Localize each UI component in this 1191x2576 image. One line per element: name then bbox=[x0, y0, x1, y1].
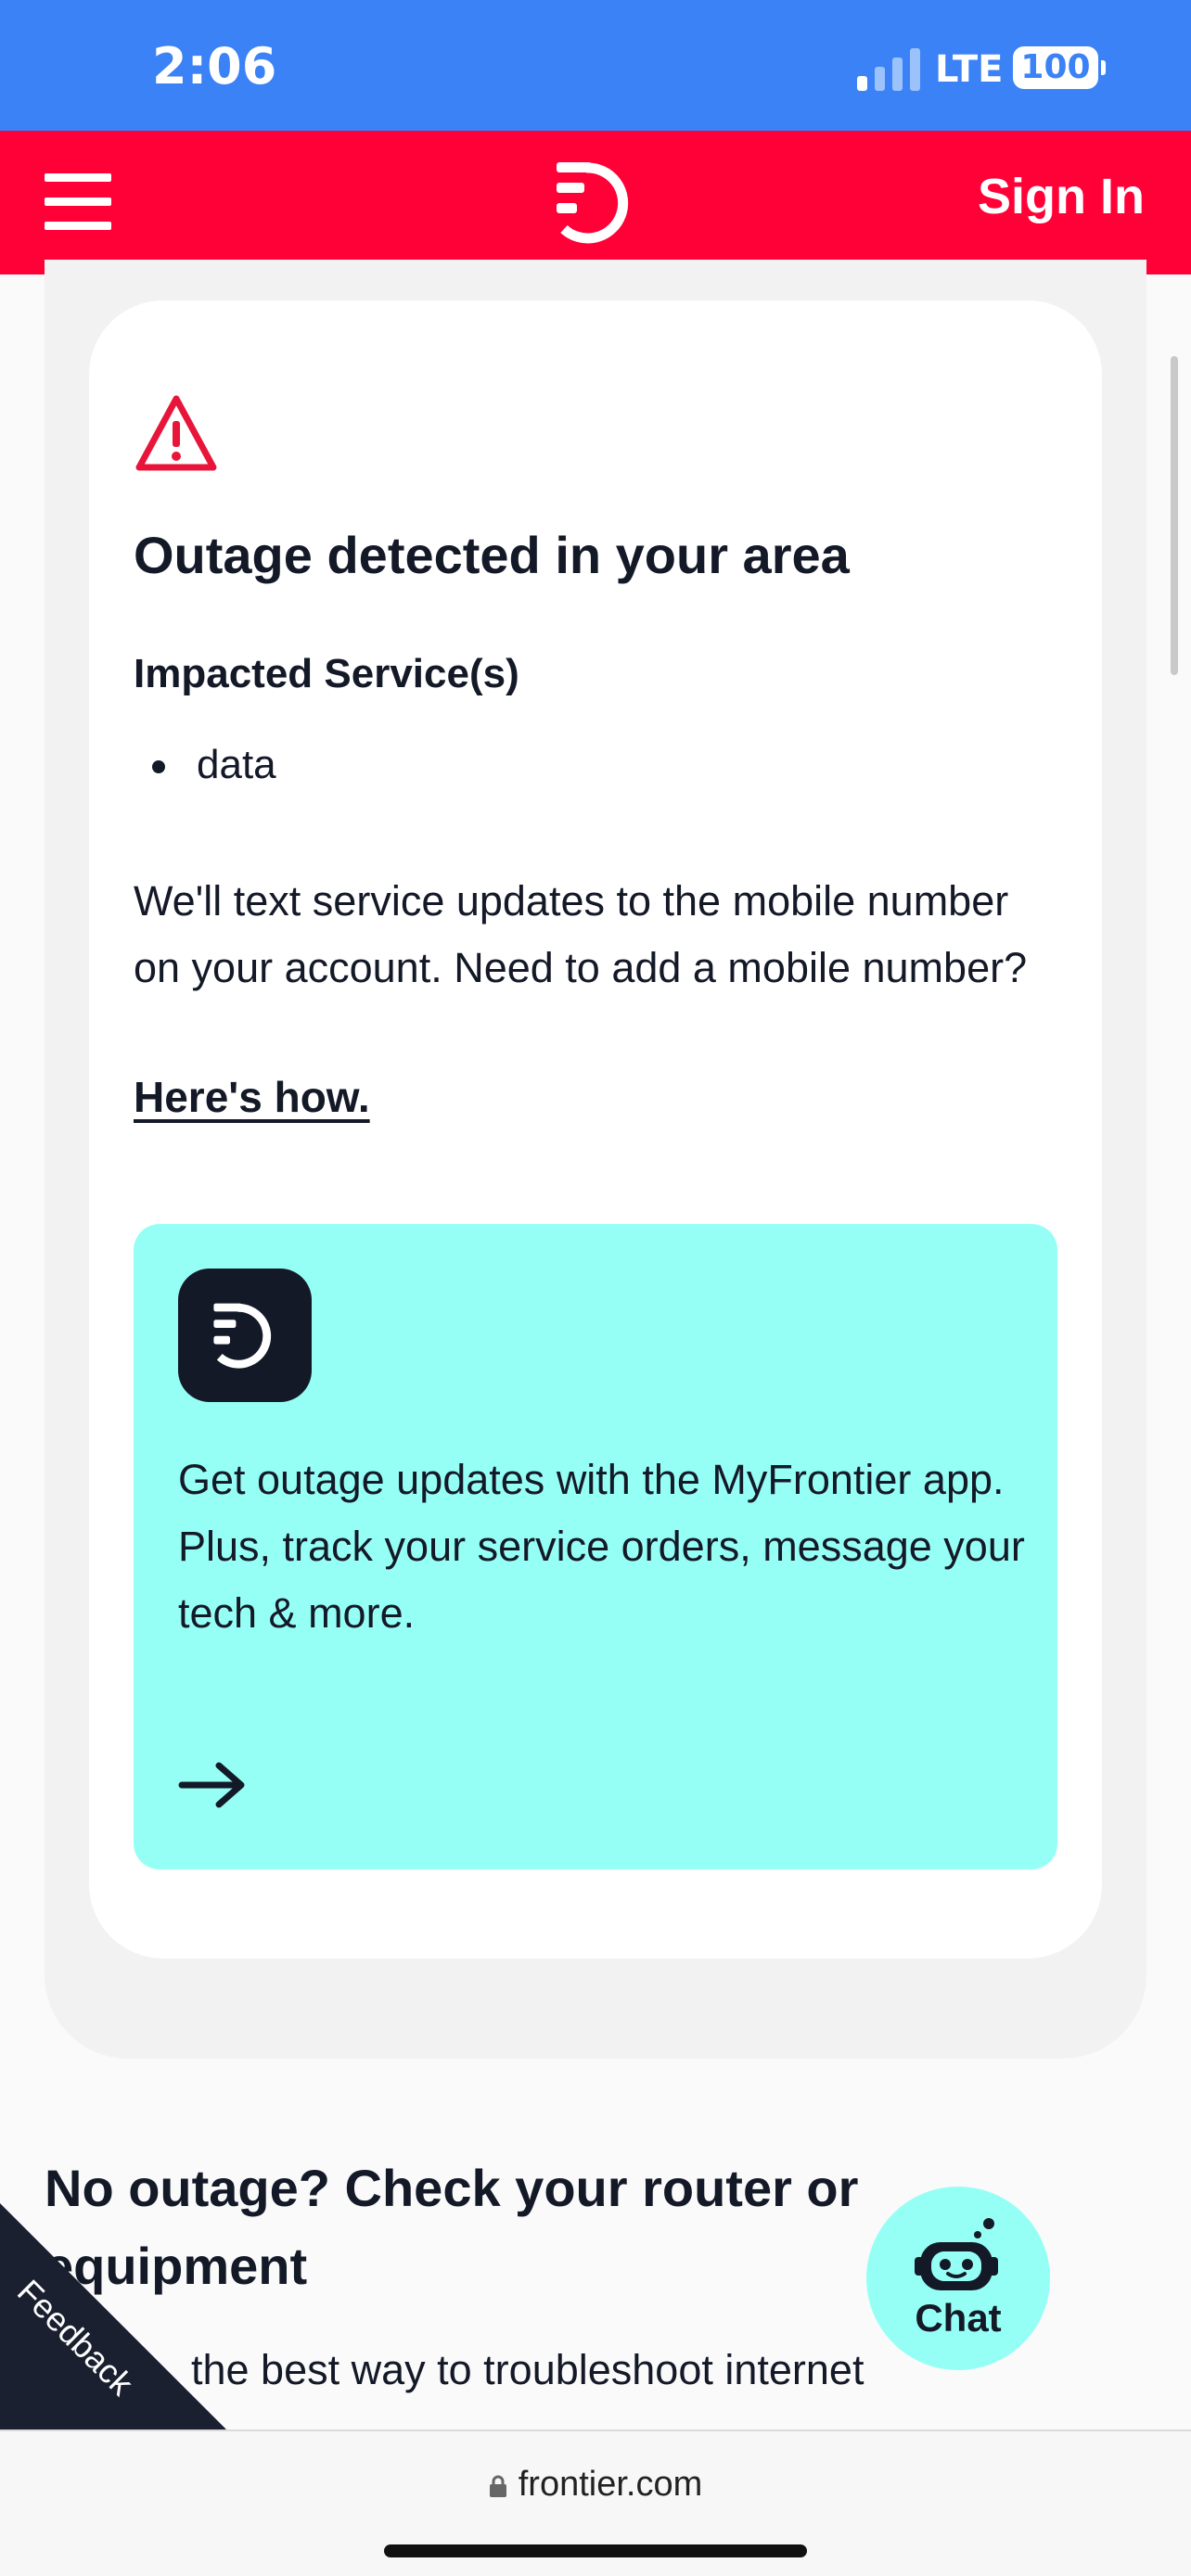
service-list-item: data bbox=[152, 742, 276, 788]
chatbot-icon bbox=[915, 2218, 998, 2290]
signal-icon bbox=[857, 48, 920, 91]
updates-text: We'll text service updates to the mobile… bbox=[134, 877, 1028, 991]
warning-icon bbox=[135, 395, 217, 471]
sign-in-link[interactable]: Sign In bbox=[978, 168, 1145, 225]
home-indicator bbox=[384, 2544, 807, 2557]
network-type: LTE bbox=[935, 48, 1004, 91]
bullet-icon bbox=[152, 760, 165, 774]
menu-icon[interactable] bbox=[45, 173, 111, 230]
browser-bottom-bar: frontier.com bbox=[0, 2429, 1191, 2576]
outage-title: Outage detected in your area bbox=[134, 526, 850, 584]
troubleshoot-text: the best way to troubleshoot internet bbox=[191, 2346, 864, 2393]
service-name: data bbox=[197, 742, 276, 787]
battery-icon: 100 bbox=[1013, 46, 1106, 89]
chat-label: Chat bbox=[915, 2296, 1002, 2340]
myfrontier-app-icon bbox=[178, 1269, 312, 1402]
chat-button[interactable]: Chat bbox=[866, 2187, 1050, 2370]
feedback-tab[interactable]: Feedback bbox=[0, 2203, 232, 2435]
status-time: 2:06 bbox=[152, 37, 277, 96]
impacted-services-label: Impacted Service(s) bbox=[134, 651, 519, 696]
app-promo-text: Get outage updates with the MyFrontier a… bbox=[178, 1456, 1025, 1637]
arrow-right-icon[interactable] bbox=[178, 1760, 247, 1810]
heres-how-link[interactable]: Here's how. bbox=[134, 1072, 370, 1122]
address-bar[interactable]: frontier.com bbox=[0, 2465, 1191, 2505]
url-text: frontier.com bbox=[518, 2465, 703, 2504]
frontier-logo-icon[interactable] bbox=[549, 160, 642, 244]
header-nav: Sign In bbox=[0, 131, 1191, 274]
scrollbar[interactable] bbox=[1171, 356, 1178, 675]
lock-icon bbox=[489, 2475, 506, 2497]
status-bar: 2:06 LTE 100 bbox=[0, 0, 1191, 131]
